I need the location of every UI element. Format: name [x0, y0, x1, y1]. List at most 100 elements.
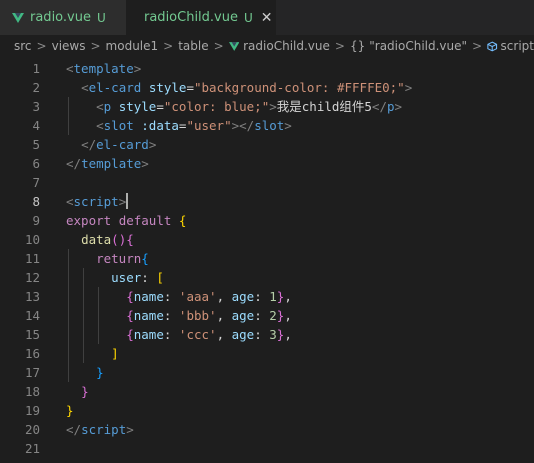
code-line[interactable]: 18 }: [0, 382, 534, 401]
line-number: 11: [24, 251, 40, 266]
breadcrumb-item-views[interactable]: views: [52, 39, 86, 53]
code-token: >: [126, 422, 134, 437]
code-content: export default {: [66, 211, 186, 230]
code-token: age: [231, 289, 255, 304]
code-line[interactable]: 20 </script>: [0, 420, 534, 439]
code-line[interactable]: 13 {name: 'aaa', age: 1},: [0, 287, 534, 306]
code-line[interactable]: 15 {name: 'ccc', age: 3},: [0, 325, 534, 344]
code-token: export: [66, 213, 112, 228]
breadcrumb-item-script[interactable]: script: [501, 39, 534, 53]
line-number: 7: [32, 175, 40, 190]
code-editor[interactable]: 1 <template> 2 <el-card style="background-…: [0, 57, 534, 463]
code-token: </: [371, 99, 387, 114]
code-line[interactable]: 2 <el-card style="background-color: #FFF…: [0, 78, 534, 97]
breadcrumb-item-module1[interactable]: module1: [106, 39, 159, 53]
code-token: user: [111, 270, 142, 285]
code-token: ,: [284, 308, 292, 323]
code-line[interactable]: 12 user: [: [0, 268, 534, 287]
line-number: 5: [32, 137, 40, 152]
code-token: :: [254, 327, 270, 342]
code-content: </template>: [66, 154, 149, 173]
code-token: }: [66, 403, 74, 418]
code-token: return: [96, 251, 142, 266]
breadcrumb-item-module[interactable]: "radioChild.vue": [369, 39, 467, 53]
code-token: name: [133, 289, 164, 304]
code-line[interactable]: 10 data(){: [0, 230, 534, 249]
code-line[interactable]: 6 </template>: [0, 154, 534, 173]
code-content: {name: 'bbb', age: 2},: [66, 306, 292, 325]
code-token: template: [81, 156, 142, 171]
code-token: slot: [103, 118, 134, 133]
code-token: </: [66, 156, 82, 171]
code-line[interactable]: 9 export default {: [0, 211, 534, 230]
code-token: data: [81, 232, 112, 247]
code-token: 'ccc': [178, 327, 217, 342]
text-cursor: [126, 193, 129, 209]
line-number: 12: [24, 270, 40, 285]
code-content: </el-card>: [66, 135, 156, 154]
code-token: >: [118, 194, 127, 209]
code-token: {: [178, 213, 187, 228]
close-tab-icon[interactable]: ✕: [261, 10, 273, 26]
code-line[interactable]: 3 <p style="color: blue;">我是child组件5</p>: [0, 97, 534, 116]
code-token: style: [118, 99, 157, 114]
code-token: >: [394, 99, 403, 114]
line-number: 16: [24, 346, 40, 361]
code-token: >: [133, 61, 142, 76]
code-line[interactable]: 21: [0, 439, 534, 458]
breadcrumb-item-table[interactable]: table: [178, 39, 208, 53]
code-line[interactable]: 7: [0, 173, 534, 192]
code-token: >: [404, 80, 413, 95]
line-number: 2: [32, 80, 40, 95]
code-token: {: [126, 308, 134, 323]
code-token: >: [269, 99, 277, 114]
code-token: ,: [216, 308, 232, 323]
code-token: name: [133, 308, 164, 323]
code-token: :: [163, 308, 179, 323]
code-token: style: [148, 80, 187, 95]
tab-radiochild-vue[interactable]: radioChild.vue U ✕: [126, 0, 276, 35]
breadcrumb-item-src[interactable]: src: [14, 39, 32, 53]
code-token: script: [73, 194, 119, 209]
code-line[interactable]: 16 ]: [0, 344, 534, 363]
line-number: 1: [32, 61, 40, 76]
code-line[interactable]: 5 </el-card>: [0, 135, 534, 154]
code-token: {: [141, 251, 149, 266]
code-token: :: [254, 308, 270, 323]
code-token: age: [231, 308, 255, 323]
code-line[interactable]: 19}: [0, 401, 534, 420]
code-token: <: [96, 99, 104, 114]
breadcrumb-item-file[interactable]: radioChild.vue: [243, 39, 330, 53]
code-content: ]: [66, 344, 119, 363]
code-token: ,: [284, 289, 292, 304]
code-token: :: [163, 327, 179, 342]
tab-radio-vue[interactable]: radio.vue U: [0, 0, 126, 35]
code-line[interactable]: 8 <script>: [0, 192, 534, 211]
code-content: data(){: [66, 230, 134, 249]
code-token: 'bbb': [178, 308, 217, 323]
code-line[interactable]: 14 {name: 'bbb', age: 2},: [0, 306, 534, 325]
code-token: :: [254, 289, 270, 304]
code-token: 1: [269, 289, 277, 304]
code-line[interactable]: 17 }: [0, 363, 534, 382]
code-content: user: [: [66, 268, 164, 287]
code-token: <: [96, 118, 104, 133]
code-content: return{: [66, 249, 149, 268]
code-token: ,: [284, 327, 292, 342]
symbol-cube-icon: [487, 41, 498, 51]
vue-file-icon: [12, 12, 24, 23]
code-line[interactable]: 4 <slot :data="user"></slot>: [0, 116, 534, 135]
code-line[interactable]: 11 return{: [0, 249, 534, 268]
code-token: 我是child组件5: [276, 99, 372, 114]
line-number: 18: [24, 384, 40, 399]
line-number: 6: [32, 156, 40, 171]
code-line[interactable]: 1 <template>: [0, 59, 534, 78]
